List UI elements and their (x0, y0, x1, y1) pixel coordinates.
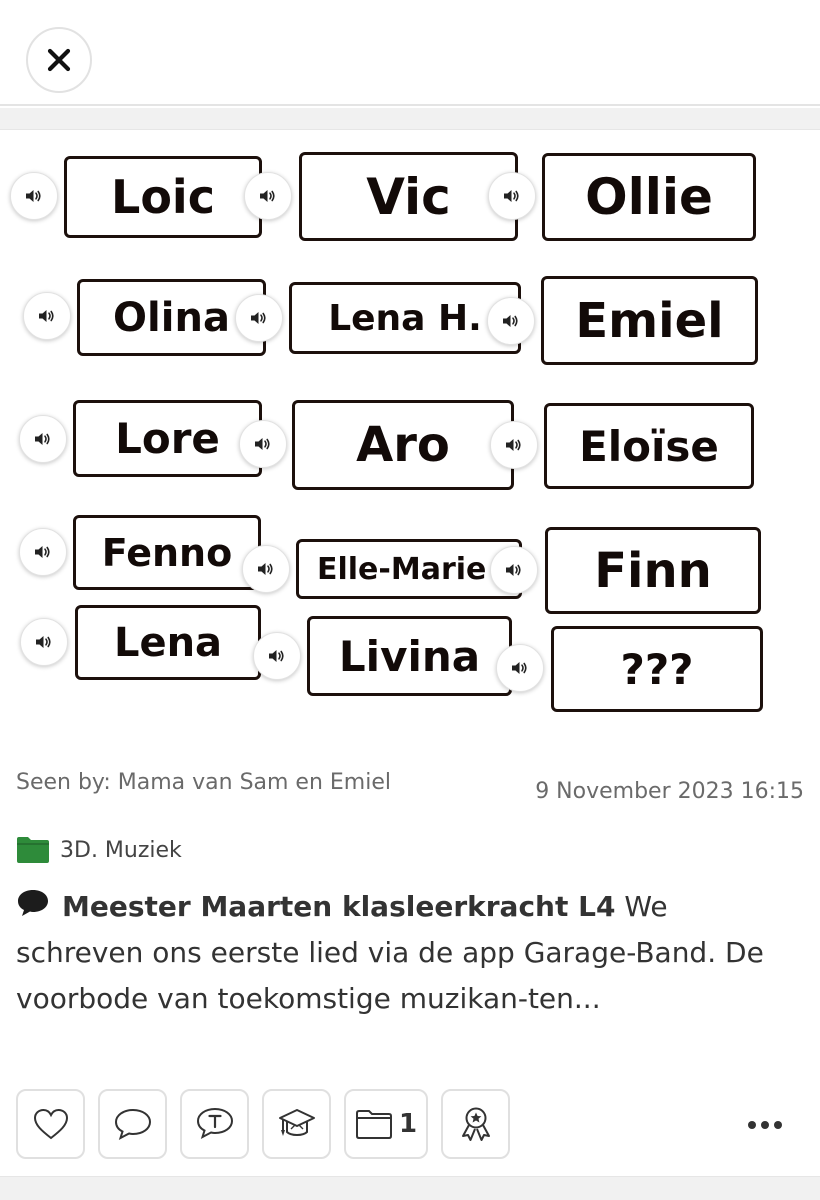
name-card: Aro (292, 400, 514, 490)
name-card: Eloïse (544, 403, 754, 489)
speaker-icon (269, 650, 284, 662)
speaker-icon (506, 439, 521, 451)
speaker-button[interactable] (496, 644, 544, 692)
folder-icon (17, 837, 49, 863)
award-badge-icon (461, 1107, 490, 1141)
speaker-button[interactable] (488, 172, 536, 220)
folder-count: 1 (398, 1109, 418, 1139)
speaker-button[interactable] (235, 294, 283, 342)
name-card: Loic (64, 156, 262, 238)
speaker-icon (35, 433, 50, 445)
graduation-cap-icon (278, 1109, 315, 1136)
speaker-icon (503, 315, 518, 327)
badge-button[interactable] (441, 1089, 510, 1159)
post-author: Meester Maarten klasleerkracht L4 (62, 890, 616, 923)
speaker-button[interactable] (487, 297, 535, 345)
speaker-icon (26, 190, 41, 202)
name-card: Livina (307, 616, 512, 696)
speaker-icon (35, 546, 50, 558)
speaker-button[interactable] (490, 546, 538, 594)
name-card: Emiel (541, 276, 758, 365)
name-card: Vic (299, 152, 518, 241)
speaker-icon (504, 190, 519, 202)
speaker-button[interactable] (23, 292, 71, 340)
close-button[interactable] (26, 27, 92, 93)
separator-band (0, 108, 820, 130)
top-bar (0, 0, 820, 106)
folder-label: 3D. Muziek (60, 837, 182, 863)
name-card: Finn (545, 527, 761, 614)
speaker-button[interactable] (244, 172, 292, 220)
close-icon (47, 48, 71, 72)
like-button[interactable] (16, 1089, 85, 1159)
post-text: Meester Maarten klasleerkracht L4 We sch… (16, 884, 796, 1022)
speaker-button[interactable] (19, 415, 67, 463)
speaker-icon (512, 662, 527, 674)
speaker-button[interactable] (19, 528, 67, 576)
folder-link[interactable]: 3D. Muziek (16, 836, 182, 864)
name-card: Elle-Marie (296, 539, 522, 599)
speaker-icon (258, 563, 273, 575)
speaker-button[interactable] (253, 632, 301, 680)
name-card: Fenno (73, 515, 261, 590)
bottom-separator (0, 1176, 820, 1200)
speaker-icon (36, 636, 51, 648)
speaker-button[interactable] (239, 420, 287, 468)
speaker-icon (251, 312, 266, 324)
heart-icon (33, 1108, 68, 1140)
speaker-icon (39, 310, 54, 322)
speaker-button[interactable] (490, 421, 538, 469)
name-card: Lore (73, 400, 262, 477)
comment-button[interactable] (98, 1089, 167, 1159)
name-card: Ollie (542, 153, 756, 241)
folder-icon (355, 1110, 392, 1139)
education-button[interactable] (262, 1089, 331, 1159)
speaker-icon (255, 438, 270, 450)
action-bar: 1 (16, 1089, 806, 1159)
speaker-icon (506, 564, 521, 576)
name-card: ??? (551, 626, 763, 712)
speaker-icon (260, 190, 275, 202)
speaker-button[interactable] (10, 172, 58, 220)
name-card: Lena (75, 605, 261, 680)
more-icon[interactable] (748, 1105, 782, 1145)
post-date: 9 November 2023 16:15 (535, 779, 804, 804)
speech-bubble-icon (18, 890, 48, 916)
comment-icon (114, 1108, 151, 1141)
translate-icon (196, 1107, 233, 1140)
seen-by-text: Seen by: Mama van Sam en Emiel (16, 770, 391, 795)
post-photo[interactable]: Loic Vic Ollie Olina Lena H. Emiel Lore … (0, 131, 820, 736)
speaker-button[interactable] (20, 618, 68, 666)
translate-button[interactable] (180, 1089, 249, 1159)
speaker-button[interactable] (242, 545, 290, 593)
folder-action-button[interactable]: 1 (344, 1089, 428, 1159)
